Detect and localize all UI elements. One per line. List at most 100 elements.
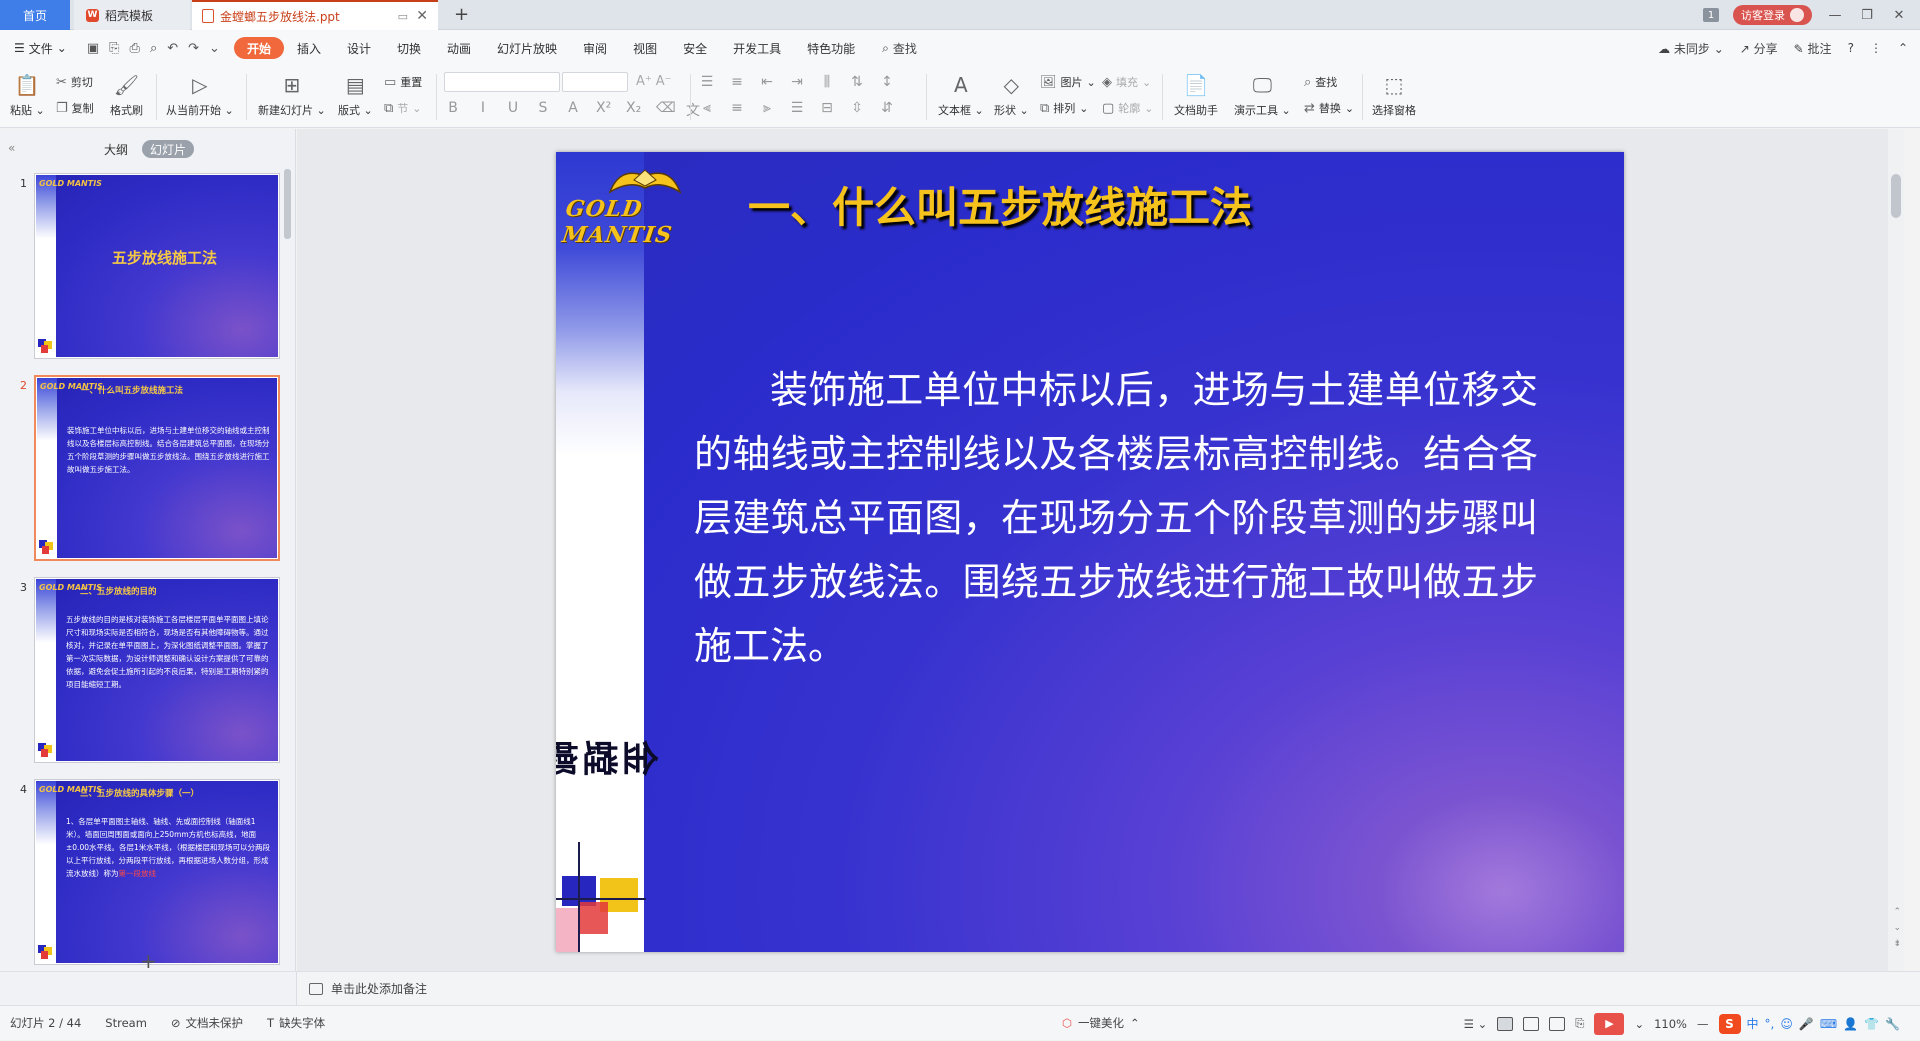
align-center-icon[interactable]: ≡	[730, 100, 744, 116]
thumbnail-item[interactable]: 1 GOLD MANTIS 五步放线施工法	[0, 173, 296, 363]
increase-indent-icon[interactable]: ⇥	[790, 74, 804, 90]
comment-button[interactable]: ✎ 批注	[1794, 40, 1832, 57]
print-preview-icon[interactable]: ⌕	[150, 41, 157, 56]
notes-bar[interactable]: 单击此处添加备注	[297, 971, 1920, 1005]
tab-pin-icon[interactable]: ▭	[398, 10, 408, 23]
select-pane-button[interactable]: ⬚ 选择窗格	[1372, 72, 1416, 118]
format-painter-button[interactable]: 🖌 格式刷	[110, 72, 143, 118]
subscript-icon[interactable]: X₂	[626, 100, 641, 120]
distribute-icon[interactable]: ⊟	[820, 100, 834, 116]
ime-mic-icon[interactable]: 🎤	[1799, 1017, 1814, 1031]
slide-body-text[interactable]: 装饰施工单位中标以后，进场与土建单位移交的轴线或主控制线以及各楼层标高控制线。结…	[694, 358, 1538, 678]
strikethrough-icon[interactable]: S	[536, 100, 550, 120]
collapse-ribbon-icon[interactable]: ⌃	[1898, 41, 1908, 55]
tab-outline[interactable]: 大纲	[96, 140, 136, 158]
play-from-current-button[interactable]: ▷ 从当前开始 ⌄	[166, 72, 234, 118]
new-tab-plus-icon[interactable]: +	[454, 4, 469, 25]
more-options-icon[interactable]: ⋮	[1870, 41, 1882, 55]
menu-tab-view[interactable]: 视图	[620, 37, 670, 59]
close-window-icon[interactable]: ✕	[1890, 8, 1908, 23]
thumbnail-frame[interactable]: GOLD MANTIS 一、什么叫五步放线施工法 装饰施工单位中标以后，进场与土…	[34, 375, 280, 561]
font-color-icon[interactable]: A	[566, 100, 580, 120]
fill-button[interactable]: ◈ 填充 ⌄	[1102, 74, 1151, 90]
canvas-scroll-thumb[interactable]	[1891, 174, 1901, 218]
normal-view-icon[interactable]	[1497, 1016, 1514, 1031]
tab-close-icon[interactable]: ✕	[416, 8, 428, 24]
replace-button[interactable]: ⇄ 替换 ⌄	[1304, 100, 1354, 116]
slide-sorter-view-icon[interactable]	[1523, 1016, 1540, 1031]
line-spacing-icon[interactable]: ↕	[880, 74, 894, 90]
canvas-vertical-scrollbar[interactable]: ⌃ ⌄ ⇟	[1888, 129, 1904, 971]
reset-button[interactable]: ▭ 重置	[384, 74, 422, 90]
present-tools-button[interactable]: 🖵 演示工具 ⌄	[1234, 72, 1291, 118]
shape-button[interactable]: ◇ 形状 ⌄	[994, 72, 1029, 118]
column-icon[interactable]: ⫼	[820, 74, 834, 90]
thumbnail-scrollbar[interactable]	[284, 169, 291, 239]
thumbnail-item[interactable]: 3 GOLD MANTIS 二、五步放线的目的 五步放线的目的是核对装饰施工各层…	[0, 577, 296, 767]
grow-font-icon[interactable]: A⁺	[636, 74, 652, 89]
new-slide-button[interactable]: ⊞ 新建幻灯片 ⌄	[258, 72, 326, 118]
menu-tab-home[interactable]: 开始	[233, 37, 284, 59]
vertical-align-icon[interactable]: ⇳	[850, 100, 864, 116]
copy-button[interactable]: ❐ 复制	[56, 100, 94, 116]
restore-icon[interactable]: ❐	[1858, 8, 1876, 23]
paste-button[interactable]: 📋 粘贴 ⌄	[10, 72, 45, 118]
font-size-select[interactable]	[562, 72, 628, 92]
missing-font-button[interactable]: T 缺失字体	[267, 1015, 325, 1031]
menu-tab-insert[interactable]: 插入	[284, 37, 334, 59]
zoom-level[interactable]: 110%	[1654, 1017, 1687, 1031]
redo-icon[interactable]: ↷	[188, 41, 199, 56]
gold-mantis-logo[interactable]: GOLD MANTIS	[560, 162, 704, 248]
print-icon[interactable]: ⎙	[130, 41, 140, 56]
ime-tools-icon[interactable]: 🔧	[1885, 1017, 1900, 1031]
scroll-arrow-icons[interactable]: ⌃ ⌄ ⇟	[1893, 904, 1901, 952]
align-right-icon[interactable]: ⫸	[760, 100, 774, 116]
text-direction-icon[interactable]: ⇅	[850, 74, 864, 90]
bold-icon[interactable]: B	[446, 100, 460, 120]
thumbnail-frame[interactable]: GOLD MANTIS 三、五步放线的具体步骤（一） 1、各层单平面图主轴线、轴…	[34, 779, 280, 965]
file-menu-button[interactable]: ☰ 文件 ⌄	[14, 40, 67, 57]
one-click-beautify-button[interactable]: ⬡ 一键美化 ⌃	[1062, 1015, 1140, 1031]
menu-tab-transition[interactable]: 切换	[384, 37, 434, 59]
zoom-out-icon[interactable]: —	[1697, 1017, 1709, 1031]
sogou-logo-icon[interactable]: S	[1718, 1013, 1741, 1034]
share-button[interactable]: ↗ 分享	[1740, 40, 1778, 57]
play-options-icon[interactable]: ⌄	[1634, 1017, 1644, 1031]
menu-tab-special[interactable]: 特色功能	[794, 37, 868, 59]
cut-button[interactable]: ✂ 剪切	[56, 74, 93, 90]
notes-toggle-icon[interactable]: ☰ ⌄	[1464, 1017, 1488, 1031]
outline-button[interactable]: ▢ 轮廓 ⌄	[1102, 100, 1154, 116]
textbox-button[interactable]: A 文本框 ⌄	[938, 72, 984, 118]
bullet-list-icon[interactable]: ☰	[700, 74, 714, 90]
thumbnail-frame[interactable]: GOLD MANTIS 二、五步放线的目的 五步放线的目的是核对装饰施工各层楼层…	[34, 577, 280, 763]
undo-icon[interactable]: ↶	[167, 41, 178, 56]
help-icon[interactable]: ?	[1848, 41, 1854, 55]
numbered-list-icon[interactable]: ≡	[730, 74, 744, 90]
tab-slides[interactable]: 幻灯片	[142, 140, 195, 158]
menu-tab-animation[interactable]: 动画	[434, 37, 484, 59]
section-button[interactable]: ⧉ 节 ⌄	[384, 100, 422, 116]
doc-helper-button[interactable]: 📄 文档助手	[1174, 72, 1218, 118]
slide-title[interactable]: 一、什么叫五步放线施工法	[748, 174, 1252, 235]
minimize-icon[interactable]: —	[1826, 8, 1844, 23]
menu-tab-review[interactable]: 审阅	[570, 37, 620, 59]
ime-punct-icon[interactable]: °,	[1765, 1017, 1775, 1031]
decrease-indent-icon[interactable]: ⇤	[760, 74, 774, 90]
save-icon[interactable]: ▣	[87, 41, 99, 56]
layout-button[interactable]: ▤ 版式 ⌄	[338, 72, 373, 118]
speaker-view-icon[interactable]: ⎘	[1575, 1016, 1584, 1031]
ime-emoji-icon[interactable]: ☺	[1780, 1017, 1793, 1031]
collapse-panel-icon[interactable]: «	[8, 141, 15, 155]
find-button[interactable]: ⌕ 查找	[1304, 74, 1337, 90]
clear-format-icon[interactable]: ⌫	[656, 100, 676, 120]
superscript-icon[interactable]: X²	[596, 100, 611, 120]
font-family-select[interactable]	[444, 72, 560, 92]
menu-tab-security[interactable]: 安全	[670, 37, 720, 59]
thumbnail-frame[interactable]: GOLD MANTIS 五步放线施工法	[34, 173, 280, 359]
justify-icon[interactable]: ☰	[790, 100, 804, 116]
tab-daoke-templates[interactable]: W 稻壳模板	[74, 0, 190, 30]
sync-button[interactable]: ☁ 未同步 ⌄	[1658, 40, 1724, 57]
guest-login-button[interactable]: 访客登录	[1733, 5, 1812, 25]
play-slideshow-button[interactable]: ▶	[1594, 1012, 1625, 1035]
menu-tab-slideshow[interactable]: 幻灯片放映	[484, 37, 570, 59]
